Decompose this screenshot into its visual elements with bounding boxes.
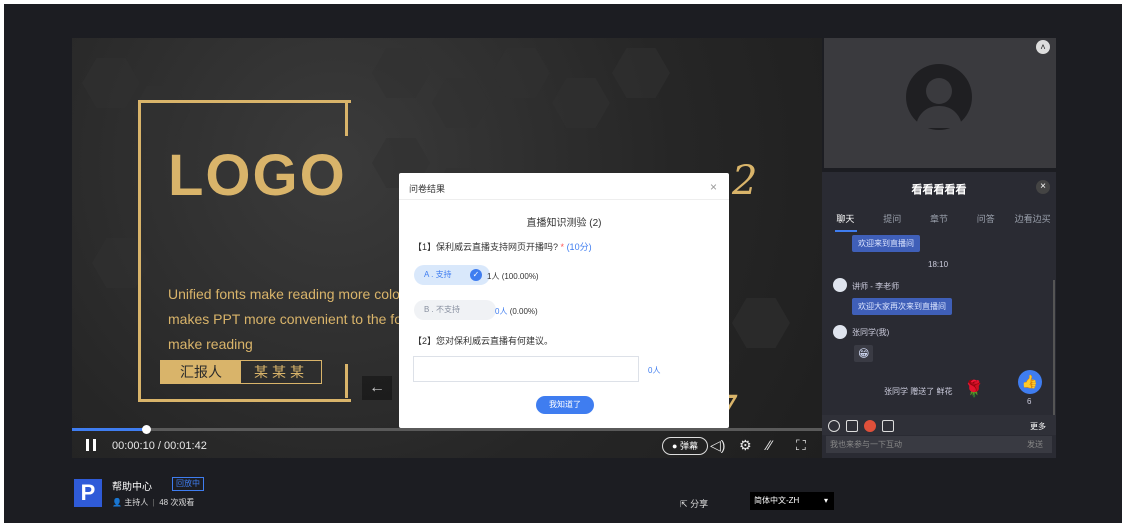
option-a: A . 支持 ✓	[414, 265, 490, 285]
line-switch-icon[interactable]: ⁄⁄	[767, 437, 772, 453]
language-select[interactable]: 简体中文-ZH ▾	[750, 492, 834, 510]
channel-name: 帮助中心	[112, 482, 152, 493]
tab-question[interactable]: 提问	[869, 210, 916, 230]
share-label: 分享	[690, 499, 709, 509]
slide-reporter: 汇报人 某某某	[160, 360, 322, 384]
slide-text-line: make reading	[168, 336, 253, 352]
gift-message: 张同学 赠送了 鲜花	[884, 387, 953, 396]
question-1: 【1】保利威云直播支持网页开播吗? * (10分)	[413, 240, 592, 253]
chat-author: 张同学(我)	[852, 328, 890, 337]
required-mark: *	[560, 242, 565, 252]
dialog-header: 问卷结果	[409, 184, 446, 194]
slide-logo-frame	[345, 364, 348, 398]
tab-chapters[interactable]: 章节	[916, 210, 963, 230]
close-icon[interactable]: ×	[1036, 180, 1050, 194]
language-value: 简体中文-ZH	[754, 496, 800, 505]
brand-logo: P	[74, 479, 102, 507]
check-icon: ✓	[470, 269, 482, 281]
question-2-count: 0人	[648, 366, 661, 375]
slide-text-line: Unified fonts make reading more colo	[168, 286, 400, 302]
gear-icon[interactable]: ⚙	[739, 437, 752, 453]
host-label: 主持人	[124, 498, 149, 507]
emoji-icon[interactable]	[828, 420, 840, 432]
dialog-title: 直播知识测验 (2)	[526, 218, 602, 229]
rose-icon: 🌹	[964, 381, 984, 398]
divider: |	[150, 498, 157, 507]
chat-input[interactable]: 我也来参与一下互动	[826, 436, 1020, 453]
option-a-result: 1人 (100.00%)	[487, 271, 539, 282]
notice-icon[interactable]	[882, 420, 894, 432]
option-percent: (0.00%)	[509, 307, 538, 316]
chat-scrollbar[interactable]	[1053, 280, 1055, 415]
danmu-toggle[interactable]: ● 弹幕	[662, 437, 708, 455]
chat-title: 看看看看看	[911, 184, 967, 196]
gift-icon[interactable]	[864, 420, 876, 432]
option-count: 1人	[487, 272, 500, 281]
question-text: 【1】保利威云直播支持网页开播吗?	[413, 242, 559, 252]
tab-active-indicator	[835, 230, 857, 232]
chevron-down-icon: ▾	[823, 496, 828, 505]
reporter-name: 某某某	[254, 364, 308, 380]
volume-icon[interactable]: ◁)	[710, 437, 725, 453]
slide-prev-button[interactable]: ←	[362, 376, 392, 400]
slide-logo-frame	[345, 100, 348, 136]
avatar	[833, 278, 847, 292]
avatar-placeholder-icon	[926, 78, 952, 104]
chat-message-bubble: 欢迎来到直播间	[852, 235, 920, 252]
image-icon[interactable]	[846, 420, 858, 432]
option-b: B . 不支持	[414, 300, 496, 320]
like-icon[interactable]: 👍	[1018, 370, 1042, 394]
avatar	[833, 325, 847, 339]
chat-tabs: 聊天 提问 章节 问答 边看边买	[822, 210, 1056, 230]
reporter-label: 汇报人	[161, 361, 241, 383]
question-2: 【2】您对保利威云直播有何建议。	[413, 336, 554, 346]
option-count: 0人	[495, 307, 508, 316]
like-count: 6	[1027, 397, 1032, 406]
more-button[interactable]: 更多	[1030, 421, 1046, 432]
time-display: 00:00:10 / 00:01:42	[112, 440, 207, 452]
progress-fill	[72, 428, 146, 431]
user-icon: 👤	[112, 498, 122, 507]
tab-qa[interactable]: 问答	[962, 210, 1009, 230]
close-icon[interactable]: ×	[710, 180, 717, 194]
send-button[interactable]: 发送	[1018, 436, 1052, 453]
slide-logo: LOGO	[168, 143, 347, 208]
question-points: (10分)	[566, 242, 592, 252]
chat-message-bubble: 欢迎大家再次来到直播间	[852, 298, 952, 315]
chevron-up-icon[interactable]: ˄	[1036, 40, 1050, 54]
channel-info: 👤 主持人 | 48 次观看	[112, 497, 194, 508]
progress-handle[interactable]	[142, 425, 151, 434]
chat-emoji: 😁	[854, 345, 874, 362]
fullscreen-icon[interactable]: ⛶	[796, 437, 806, 453]
dialog-divider	[399, 199, 729, 200]
option-label: A . 支持	[424, 270, 452, 279]
share-button[interactable]: ⇱ 分享	[680, 497, 708, 510]
view-count: 48 次观看	[159, 498, 195, 507]
slide-text-line: makes PPT more convenient to the fo	[168, 311, 402, 327]
status-badge: 回放中	[172, 477, 204, 491]
pause-icon[interactable]	[84, 438, 98, 452]
tab-shop[interactable]: 边看边买	[1009, 210, 1056, 230]
answer-field	[413, 356, 639, 382]
option-percent: (100.00%)	[501, 272, 539, 281]
chat-author: 讲师 - 李老师	[852, 282, 900, 291]
chat-timestamp: 18:10	[928, 260, 949, 269]
tab-chat[interactable]: 聊天	[822, 210, 869, 230]
share-icon: ⇱	[680, 499, 688, 509]
got-it-button[interactable]: 我知道了	[536, 396, 594, 414]
clock-decoration: 2	[732, 158, 758, 204]
option-b-result: 0人 (0.00%)	[495, 306, 538, 317]
progress-track[interactable]	[72, 428, 822, 431]
